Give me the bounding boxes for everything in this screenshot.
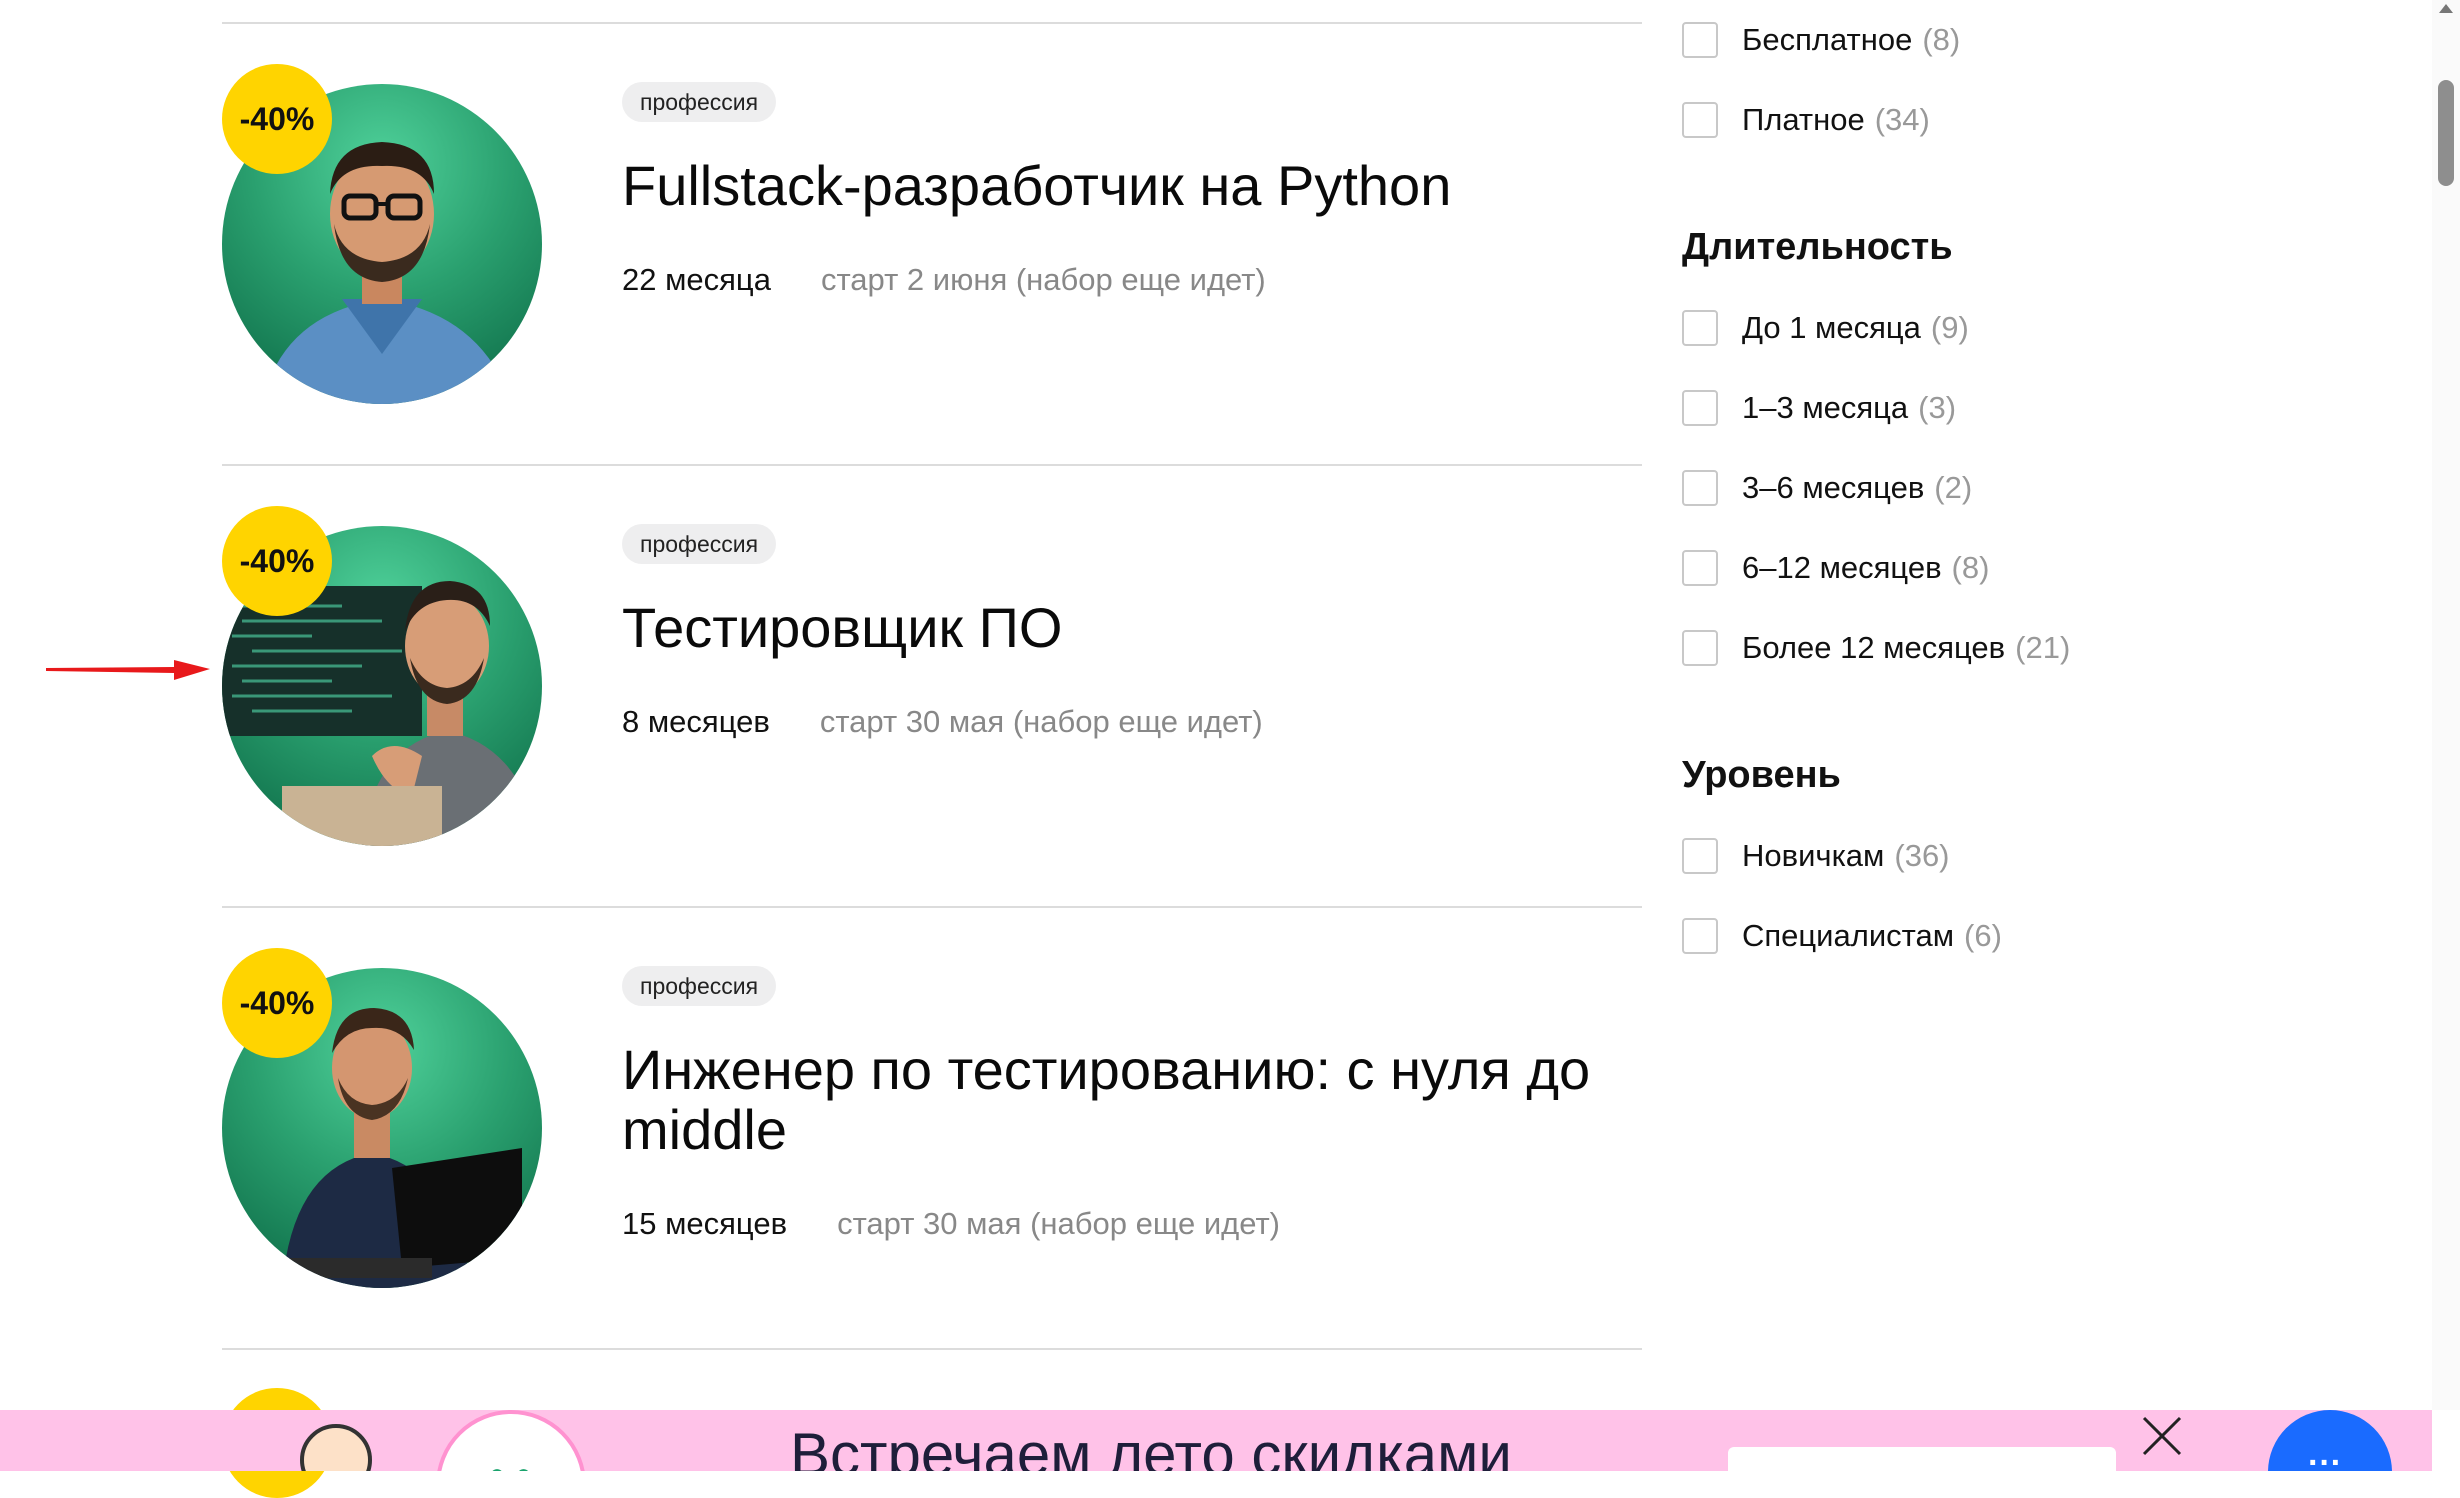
filter-option-level[interactable]: Новичкам (36) bbox=[1682, 835, 1950, 877]
checkbox[interactable] bbox=[1682, 630, 1718, 666]
filter-option-count: (36) bbox=[1894, 838, 1950, 873]
course-duration: 22 месяца bbox=[622, 262, 771, 297]
checkbox[interactable] bbox=[1682, 102, 1718, 138]
filter-option-label: До 1 месяца bbox=[1742, 310, 1921, 345]
course-title[interactable]: Fullstack-разработчик на Python bbox=[622, 156, 1642, 216]
checkbox[interactable] bbox=[1682, 550, 1718, 586]
filter-option-label: Платное bbox=[1742, 102, 1865, 137]
page-scrollbar[interactable] bbox=[2432, 0, 2460, 1410]
filter-option-label: Новичкам bbox=[1742, 838, 1885, 873]
filter-option-label: 6–12 месяцев bbox=[1742, 550, 1942, 585]
filter-option-count: (9) bbox=[1930, 310, 1969, 345]
filter-option-count: (34) bbox=[1874, 102, 1930, 137]
checkbox[interactable] bbox=[1682, 22, 1718, 58]
course-card[interactable]: -40% профессия Инженер по тестированию: … bbox=[222, 908, 1642, 1348]
filter-option-count: (8) bbox=[1922, 22, 1961, 57]
filter-option-duration[interactable]: До 1 месяца (9) bbox=[1682, 307, 1969, 349]
filter-option-free[interactable]: Бесплатное (8) bbox=[1682, 19, 1960, 61]
promo-cta-button[interactable] bbox=[1728, 1447, 2116, 1471]
course-title[interactable]: Инженер по тестированию: с нуля до middl… bbox=[622, 1040, 1642, 1160]
course-type-tag: профессия bbox=[622, 524, 777, 564]
checkbox[interactable] bbox=[1682, 838, 1718, 874]
filter-option-duration[interactable]: 3–6 месяцев (2) bbox=[1682, 467, 1972, 509]
scrollbar-thumb[interactable] bbox=[2438, 80, 2454, 186]
course-start: старт 30 мая (набор еще идет) bbox=[819, 704, 1263, 739]
course-meta: 8 месяцев старт 30 мая (набор еще идет) bbox=[622, 702, 1263, 742]
divider bbox=[222, 1348, 1642, 1350]
course-meta: 15 месяцев старт 30 мая (набор еще идет) bbox=[622, 1204, 1280, 1244]
course-type-tag: профессия bbox=[622, 966, 777, 1006]
checkbox[interactable] bbox=[1682, 470, 1718, 506]
filter-option-level[interactable]: Специалистам (6) bbox=[1682, 915, 2002, 957]
course-title[interactable]: Тестировщик ПО bbox=[622, 598, 1642, 658]
filter-option-label: 3–6 месяцев bbox=[1742, 470, 1925, 505]
annotation-arrow-icon bbox=[46, 660, 210, 680]
checkbox[interactable] bbox=[1682, 390, 1718, 426]
course-start: старт 2 июня (набор еще идет) bbox=[820, 262, 1266, 297]
filter-option-label: Более 12 месяцев bbox=[1742, 630, 2006, 665]
filter-heading-duration: Длительность bbox=[1682, 226, 1953, 268]
scroll-up-arrow-icon[interactable] bbox=[2439, 4, 2453, 13]
course-card[interactable]: -40% профессия Тестировщик ПО 8 месяцев с… bbox=[222, 466, 1642, 906]
filter-option-paid[interactable]: Платное (34) bbox=[1682, 99, 1930, 141]
discount-badge: -40% bbox=[222, 64, 332, 174]
filter-option-label: 1–3 месяца bbox=[1742, 390, 1909, 425]
course-meta: 22 месяца старт 2 июня (набор еще идет) bbox=[622, 260, 1266, 300]
course-start: старт 30 мая (набор еще идет) bbox=[837, 1206, 1280, 1241]
course-duration: 8 месяцев bbox=[622, 704, 770, 739]
filter-option-duration[interactable]: 6–12 месяцев (8) bbox=[1682, 547, 1989, 589]
checkbox[interactable] bbox=[1682, 918, 1718, 954]
mascot-icon bbox=[300, 1424, 372, 1471]
promo-badge-icon: ● ● bbox=[436, 1410, 586, 1471]
filter-option-count: (3) bbox=[1918, 390, 1957, 425]
promo-banner-text: Встречаем лето скидками bbox=[790, 1421, 1512, 1471]
filter-option-duration[interactable]: Более 12 месяцев (21) bbox=[1682, 627, 2070, 669]
discount-badge: -40% bbox=[222, 948, 332, 1058]
course-duration: 15 месяцев bbox=[622, 1206, 788, 1241]
checkbox[interactable] bbox=[1682, 310, 1718, 346]
chat-button[interactable]: ··· bbox=[2268, 1410, 2392, 1471]
filter-heading-level: Уровень bbox=[1682, 754, 1841, 796]
course-list: -40% профессия Fullstack-разработчик на … bbox=[222, 0, 1642, 1498]
course-card[interactable]: -40% профессия Fullstack-разработчик на … bbox=[222, 24, 1642, 464]
discount-badge: -40% bbox=[222, 506, 332, 616]
filter-option-count: (6) bbox=[1964, 918, 2002, 953]
promo-badge-dots-icon: ● ● bbox=[488, 1458, 533, 1471]
close-icon[interactable] bbox=[2140, 1414, 2184, 1458]
filter-option-label: Специалистам bbox=[1742, 918, 1955, 953]
course-type-tag: профессия bbox=[622, 82, 777, 122]
chat-icon: ··· bbox=[2308, 1444, 2342, 1471]
filter-option-label: Бесплатное bbox=[1742, 22, 1913, 57]
filter-option-duration[interactable]: 1–3 месяца (3) bbox=[1682, 387, 1956, 429]
filter-option-count: (2) bbox=[1934, 470, 1973, 505]
filter-option-count: (21) bbox=[2015, 630, 2071, 665]
filter-option-count: (8) bbox=[1951, 550, 1990, 585]
promo-banner[interactable]: ● ● Встречаем лето скидками ··· bbox=[0, 1410, 2432, 1471]
